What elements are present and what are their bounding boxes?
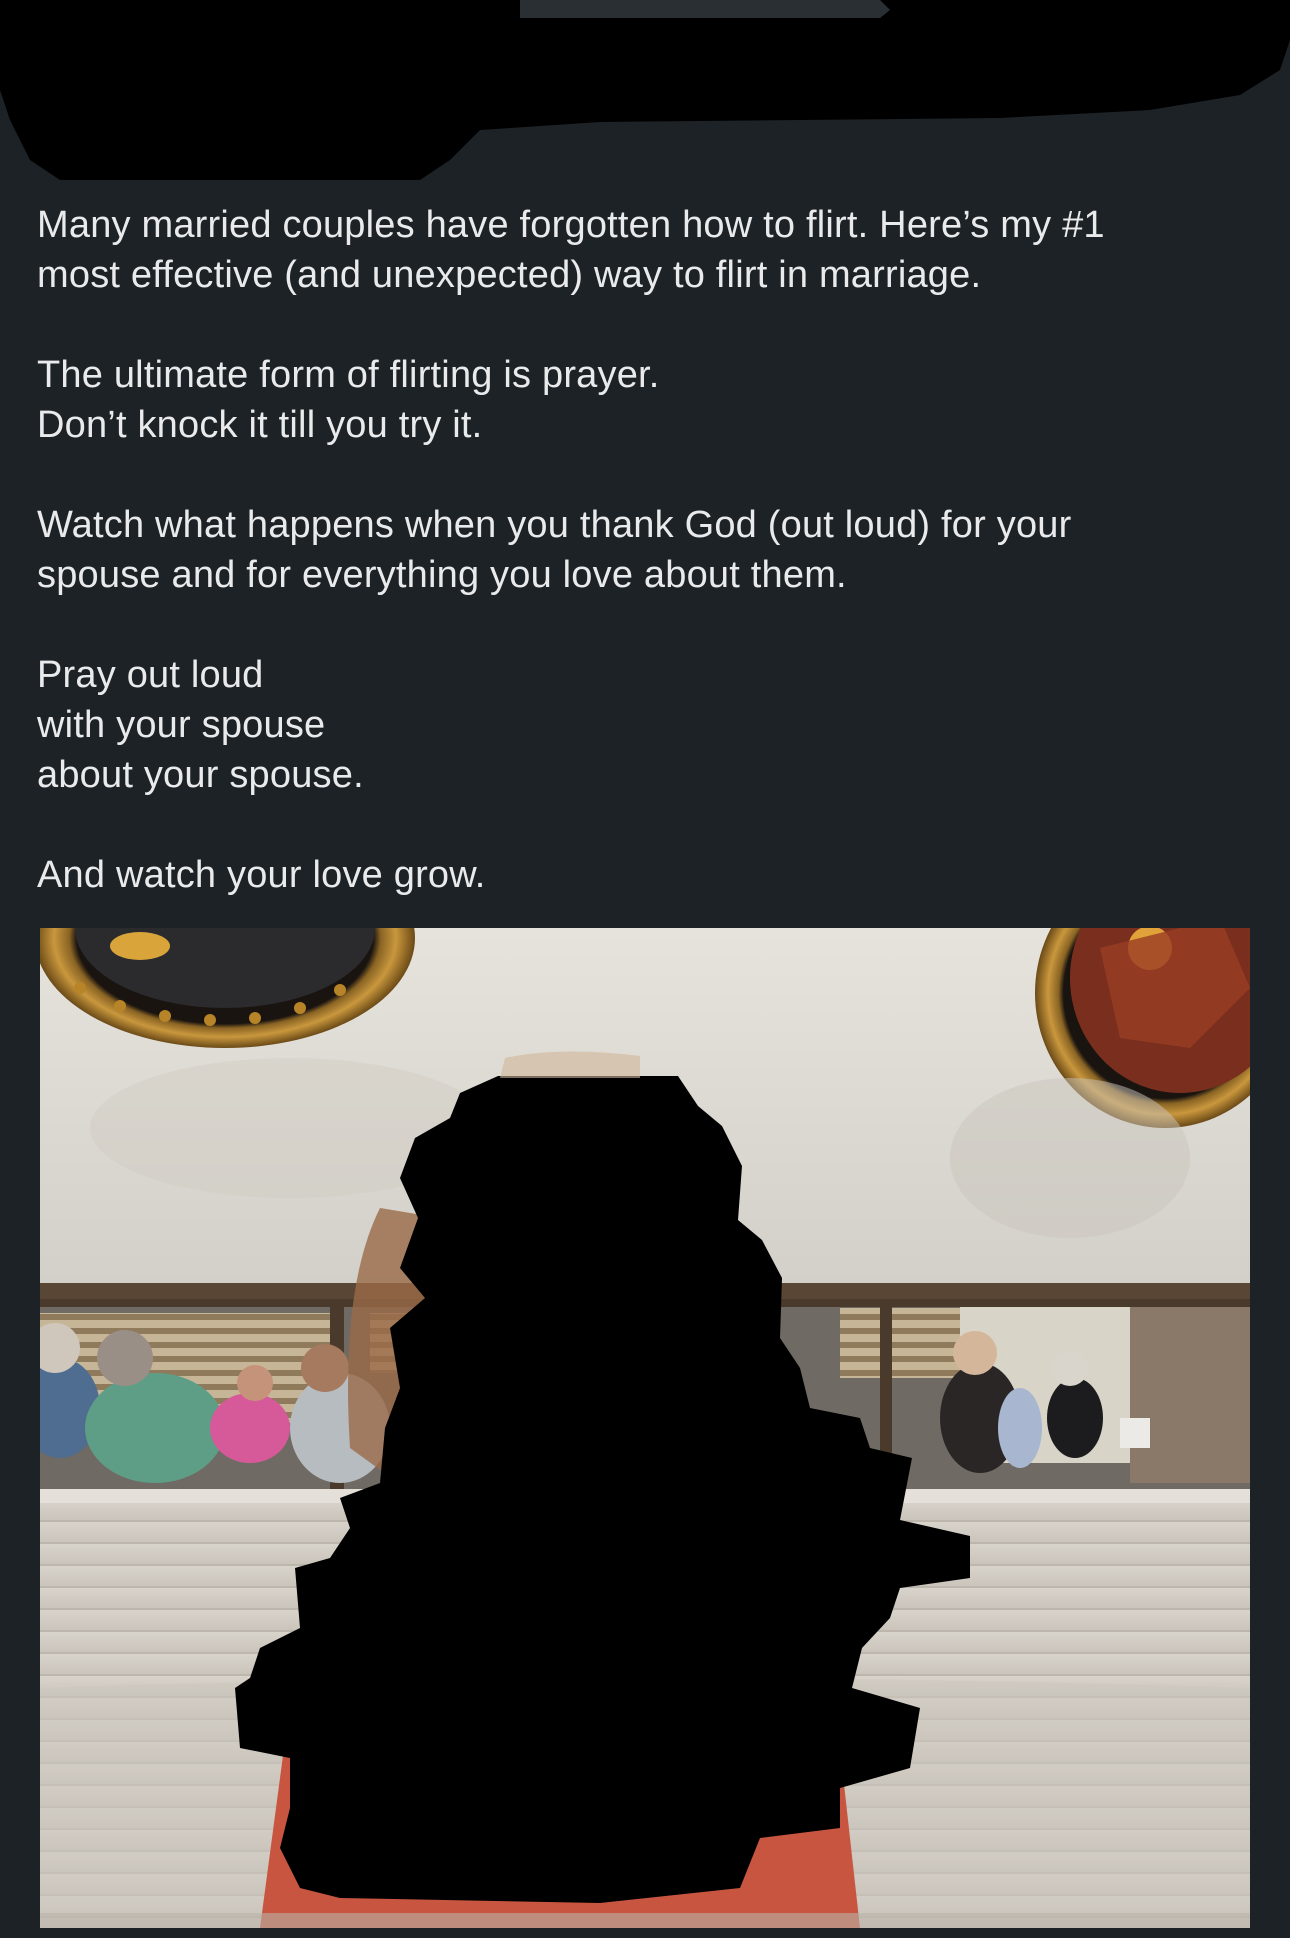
redacted-author-header [0, 0, 1290, 180]
post-line: Many married couples have forgotten how … [37, 204, 1105, 246]
post-paragraph-3: Watch what happens when you thank God (o… [37, 500, 1257, 600]
post-line: spouse and for everything you love about… [37, 554, 847, 596]
post-line: The ultimate form of flirting is prayer. [37, 354, 660, 396]
post-line: And watch your love grow. [37, 854, 486, 896]
post-line: with your spouse [37, 704, 326, 746]
post-paragraph-1: Many married couples have forgotten how … [37, 200, 1257, 300]
post-photo[interactable] [40, 928, 1250, 1928]
post-line: most effective (and unexpected) way to f… [37, 254, 982, 296]
post-body: Many married couples have forgotten how … [37, 200, 1257, 900]
bottom-edge [0, 1928, 1290, 1938]
post-line: Don’t knock it till you try it. [37, 404, 483, 446]
post-paragraph-5: And watch your love grow. [37, 850, 1257, 900]
post-paragraph-2: The ultimate form of flirting is prayer.… [37, 350, 1257, 450]
post-line: about your spouse. [37, 754, 364, 796]
post-line: Watch what happens when you thank God (o… [37, 504, 1072, 546]
photo-illustration [40, 928, 1250, 1928]
post-line: Pray out loud [37, 654, 264, 696]
post-paragraph-4: Pray out loud with your spouse about you… [37, 650, 1257, 800]
